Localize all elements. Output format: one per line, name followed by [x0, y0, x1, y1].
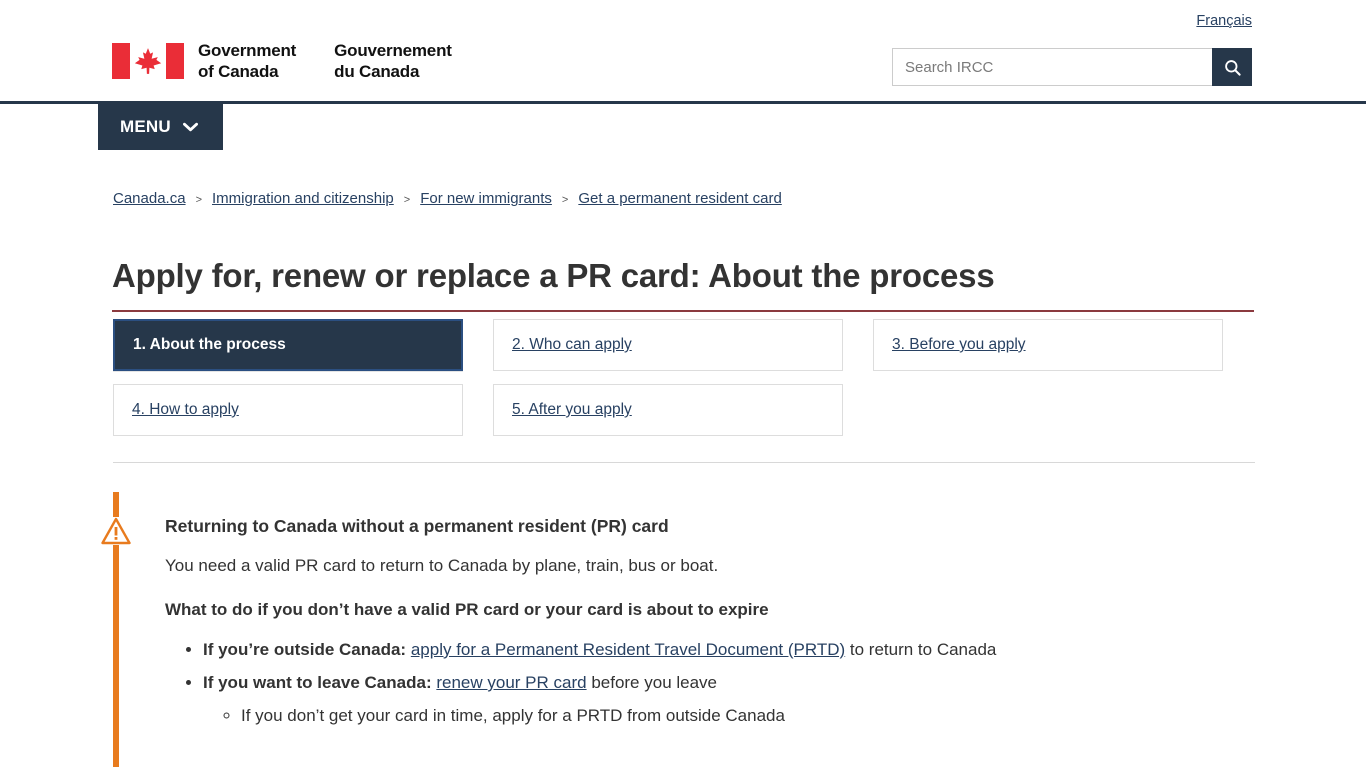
menu-button-label: MENU: [120, 117, 171, 136]
search-input[interactable]: [892, 48, 1212, 86]
breadcrumb-separator: >: [195, 194, 202, 206]
breadcrumb-item-for-new-immigrants[interactable]: For new immigrants: [420, 189, 552, 209]
step-tab-before-you-apply[interactable]: 3. Before you apply: [873, 319, 1223, 371]
step-navigation: 1. About the process 2. Who can apply 3.…: [113, 319, 1255, 449]
bullet-tail: before you leave: [591, 673, 718, 692]
renew-pr-card-link[interactable]: renew your PR card: [436, 673, 586, 692]
canada-flag-icon: [112, 43, 184, 79]
step-tab-who-can-apply[interactable]: 2. Who can apply: [493, 319, 843, 371]
menu-button[interactable]: MENU: [98, 104, 223, 150]
step-tab-after-you-apply[interactable]: 5. After you apply: [493, 384, 843, 436]
warning-alert: Returning to Canada without a permanent …: [101, 492, 1255, 767]
alert-intro: You need a valid PR card to return to Ca…: [165, 556, 719, 575]
language-toggle: Français: [1196, 12, 1252, 30]
bullet-tail: to return to Canada: [849, 640, 997, 659]
wordmark-french: Gouvernement du Canada: [334, 41, 452, 81]
main-navigation: MENU: [0, 104, 1366, 159]
breadcrumb-item-get-a-permanent-resident-card[interactable]: Get a permanent resident card: [578, 189, 781, 209]
step-tab-how-to-apply[interactable]: 4. How to apply: [113, 384, 463, 436]
list-item: If you don’t get your card in time, appl…: [241, 704, 1255, 728]
wordmark-english: Government of Canada: [198, 41, 297, 81]
warning-triangle-icon: [101, 517, 131, 545]
step-tab-link[interactable]: 2. Who can apply: [512, 335, 632, 355]
alert-subheading: What to do if you don’t have a valid PR …: [165, 600, 769, 619]
alert-heading: Returning to Canada without a permanent …: [165, 516, 669, 536]
step-tab-link[interactable]: 3. Before you apply: [892, 335, 1026, 355]
language-toggle-link[interactable]: Français: [1196, 13, 1252, 29]
site-header: Français Government of Canada Gouverneme…: [0, 0, 1366, 104]
breadcrumb-separator: >: [403, 194, 411, 206]
list-item: If you want to leave Canada: renew your …: [203, 671, 1255, 728]
alert-sub-bullet-list: If you don’t get your card in time, appl…: [203, 695, 1255, 728]
bullet-lead: If you’re outside Canada:: [203, 640, 407, 659]
maple-leaf-icon: [134, 48, 162, 74]
breadcrumb-item-immigration-and-citizenship[interactable]: Immigration and citizenship: [212, 189, 394, 209]
step-tab-link[interactable]: 4. How to apply: [132, 400, 239, 420]
chevron-down-icon: [182, 122, 198, 132]
breadcrumb: Canada.ca > Immigration and citizenship …: [113, 189, 782, 209]
wordmark: Government of Canada Gouvernement du Can…: [198, 40, 452, 82]
breadcrumb-item-canada-ca[interactable]: Canada.ca: [113, 189, 186, 209]
bullet-lead: If you want to leave Canada:: [203, 673, 432, 692]
search-button[interactable]: [1212, 48, 1252, 86]
prtd-apply-link[interactable]: apply for a Permanent Resident Travel Do…: [411, 640, 845, 659]
government-of-canada-brand[interactable]: Government of Canada Gouvernement du Can…: [112, 40, 452, 82]
page-title: Apply for, renew or replace a PR card: A…: [112, 256, 1254, 312]
step-tab-label: 1. About the process: [133, 336, 286, 353]
step-tab-about-the-process[interactable]: 1. About the process: [113, 319, 463, 371]
step-tab-link[interactable]: 5. After you apply: [512, 400, 632, 420]
breadcrumb-separator: >: [561, 194, 569, 206]
search-icon: [1224, 59, 1241, 76]
content-divider: [113, 462, 1255, 463]
list-item: If you’re outside Canada: apply for a Pe…: [203, 638, 1255, 662]
alert-bullet-list: If you’re outside Canada: apply for a Pe…: [165, 622, 1255, 728]
site-search: [892, 48, 1252, 86]
